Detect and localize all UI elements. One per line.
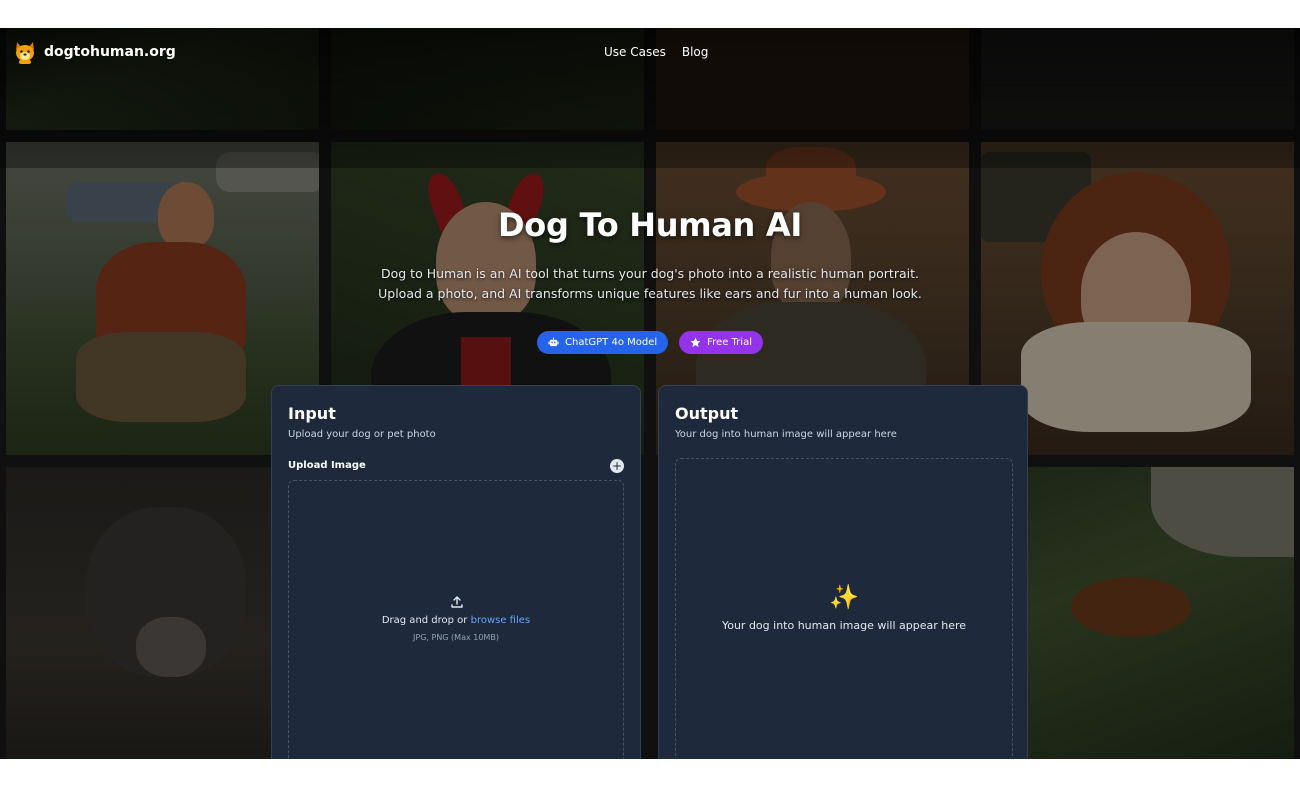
nav-blog[interactable]: Blog [682,45,709,59]
output-card-title: Output [675,404,739,423]
drop-instructions: Drag and drop or browse files [289,615,623,626]
page-title: Dog To Human AI [498,206,802,244]
dog-face-icon [16,42,34,64]
output-card: Output Your dog into human image will ap… [658,385,1028,759]
site-name: dogtohuman.org [44,44,176,60]
robot-icon [548,337,559,347]
hero-description-line-2: Upload a photo, and AI transforms unique… [378,286,922,301]
output-preview-area: ✨ Your dog into human image will appear … [675,458,1013,759]
add-image-button[interactable]: + [610,459,624,473]
browse-files-link[interactable]: browse files [471,615,531,626]
hero-description: Dog to Human is an AI tool that turns yo… [300,264,1000,304]
output-placeholder-text: Your dog into human image will appear he… [721,619,967,632]
output-card-subtitle: Your dog into human image will appear he… [675,429,897,440]
input-card-title: Input [288,404,336,423]
main-nav: Use Cases Blog [604,45,708,59]
hero-description-line-1: Dog to Human is an AI tool that turns yo… [381,266,919,281]
page-viewport: dogtohuman.org Use Cases Blog Dog To Hum… [0,28,1300,759]
upload-dropzone[interactable]: Drag and drop or browse files JPG, PNG (… [288,480,624,759]
upload-icon [451,596,463,608]
file-type-hint: JPG, PNG (Max 10MB) [413,633,499,642]
chatgpt-model-badge[interactable]: ChatGPT 4o Model [537,331,669,354]
nav-use-cases[interactable]: Use Cases [604,45,666,59]
sparkle-icon: ✨ [829,583,859,611]
input-card-subtitle: Upload your dog or pet photo [288,429,436,440]
chatgpt-model-label: ChatGPT 4o Model [565,337,658,348]
star-icon [690,337,701,348]
site-logo[interactable]: dogtohuman.org [12,39,176,65]
upload-image-label: Upload Image [288,460,366,471]
free-trial-label: Free Trial [707,337,752,348]
drop-text: Drag and drop or [381,615,468,626]
hero-badges: ChatGPT 4o Model Free Trial [0,331,1300,354]
plus-icon: + [611,459,623,473]
input-card: Input Upload your dog or pet photo Uploa… [271,385,641,759]
free-trial-badge[interactable]: Free Trial [679,331,763,354]
site-header: dogtohuman.org Use Cases Blog [0,28,1300,78]
